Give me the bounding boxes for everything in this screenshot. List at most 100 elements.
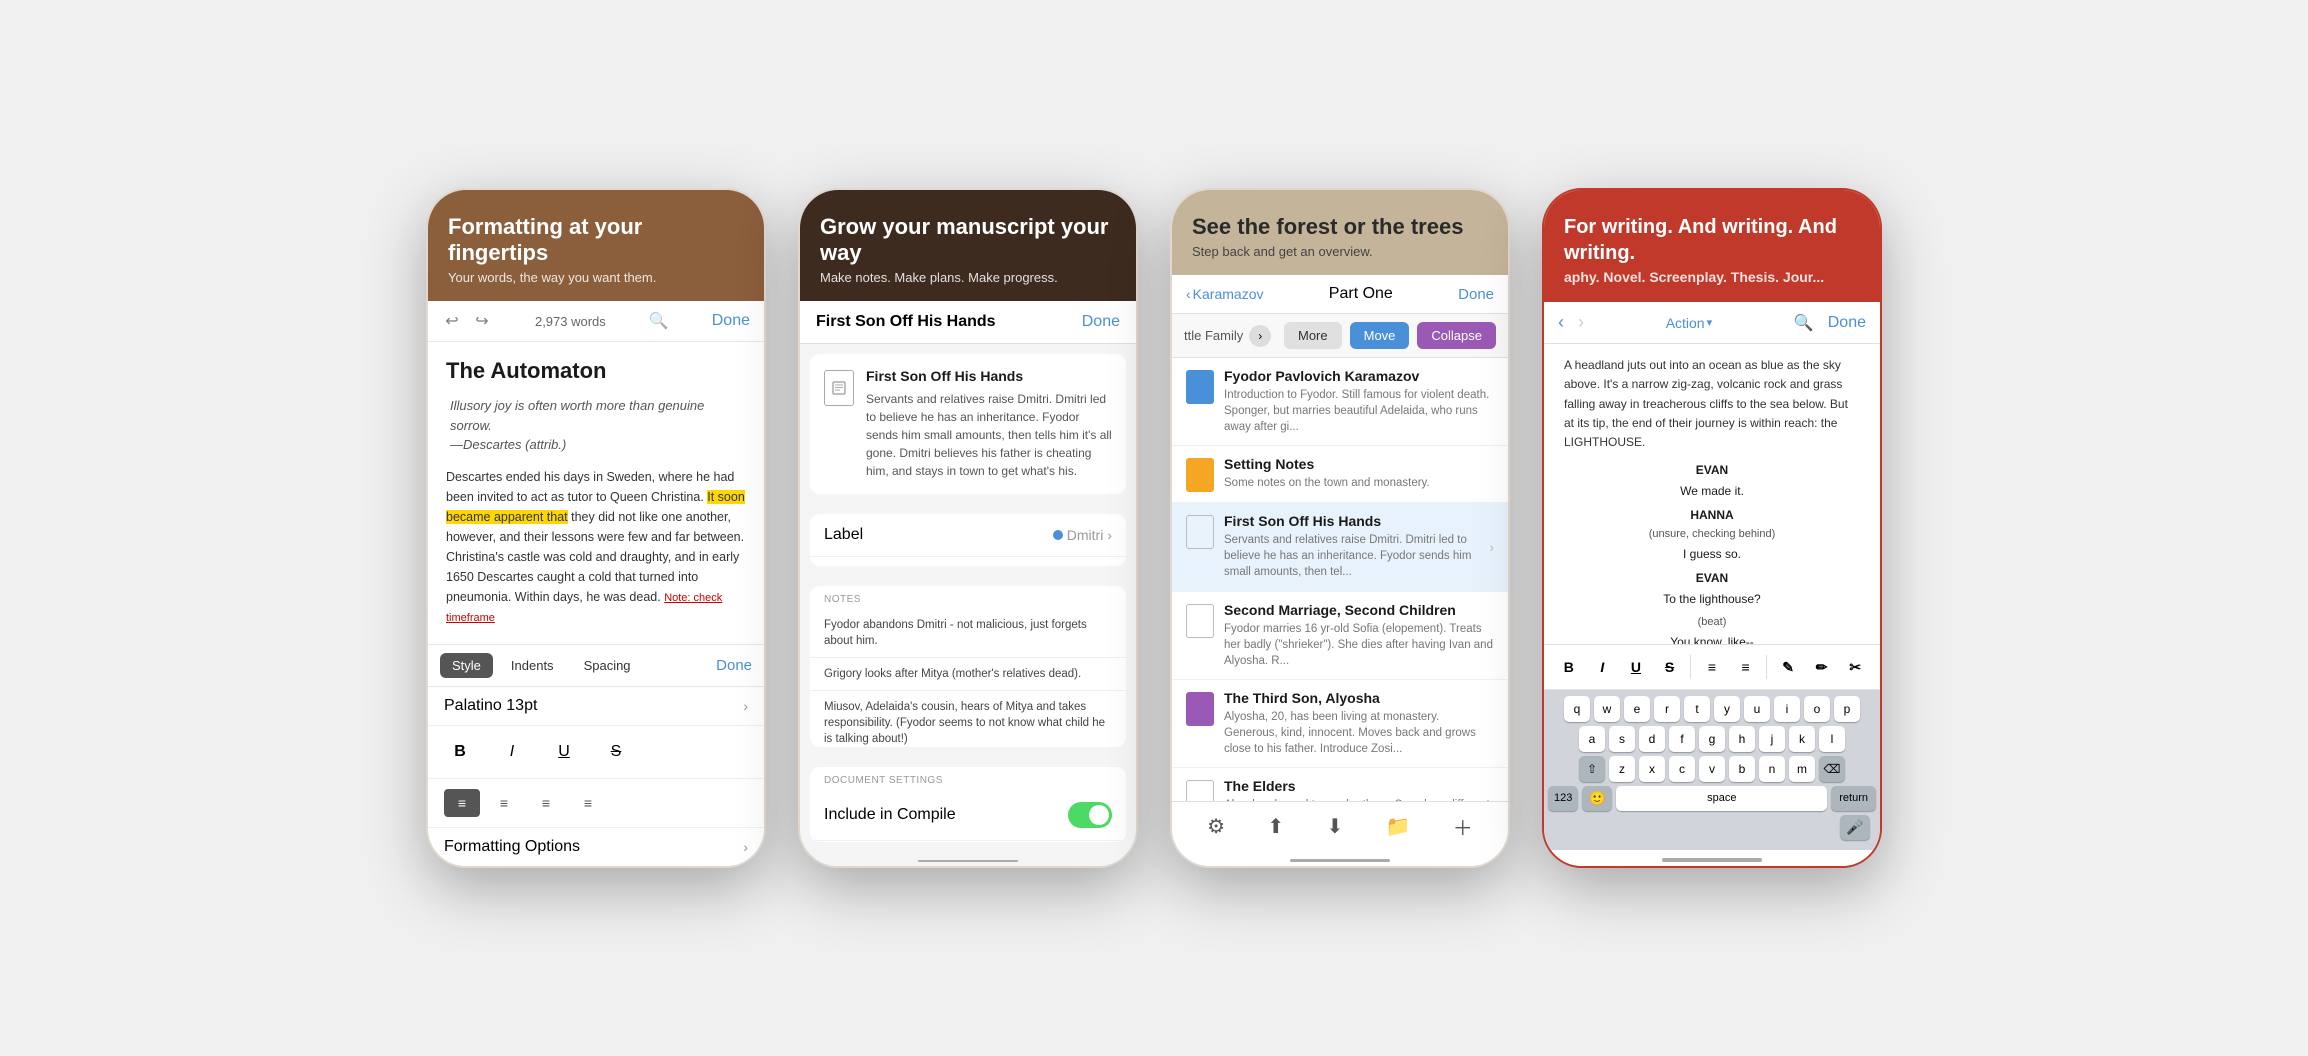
key-return[interactable]: return bbox=[1831, 786, 1876, 811]
keyboard: q w e r t y u i o p a bbox=[1544, 690, 1880, 850]
formatting-options-chevron[interactable]: › bbox=[743, 839, 748, 855]
key-q[interactable]: q bbox=[1564, 696, 1590, 722]
search-icon[interactable]: 🔍 bbox=[649, 311, 669, 331]
key-a[interactable]: a bbox=[1579, 726, 1605, 752]
search-icon-4[interactable]: 🔍 bbox=[1794, 313, 1814, 333]
fmt-align-left[interactable]: ≡ bbox=[1733, 653, 1759, 681]
key-backspace[interactable]: ⌫ bbox=[1819, 756, 1845, 782]
back-chevron: ‹ bbox=[1186, 286, 1191, 302]
indents-tab[interactable]: Indents bbox=[499, 653, 566, 678]
add-folder-icon[interactable]: 📁 bbox=[1386, 814, 1411, 839]
outline-item-2[interactable]: Setting Notes Some notes on the town and… bbox=[1172, 446, 1508, 503]
item-chevron-3: › bbox=[1489, 539, 1494, 555]
key-o[interactable]: o bbox=[1804, 696, 1830, 722]
include-compile-toggle[interactable] bbox=[1068, 802, 1112, 828]
bold-btn[interactable]: B bbox=[444, 736, 476, 768]
key-y[interactable]: y bbox=[1714, 696, 1740, 722]
key-num[interactable]: 123 bbox=[1548, 786, 1578, 811]
settings-icon[interactable]: ⚙ bbox=[1207, 814, 1225, 839]
nav-done-3[interactable]: Done bbox=[1458, 286, 1494, 303]
key-b[interactable]: b bbox=[1729, 756, 1755, 782]
note-2[interactable]: Grigory looks after Mitya (mother's rela… bbox=[810, 658, 1126, 691]
align-justify-btn[interactable]: ≡ bbox=[570, 789, 606, 817]
fmt-strike[interactable]: S bbox=[1657, 653, 1683, 681]
fmt-align-center[interactable]: ≡ bbox=[1699, 653, 1725, 681]
share-icon[interactable]: ⬆ bbox=[1267, 814, 1284, 839]
doc-synopsis-title: First Son Off His Hands bbox=[866, 368, 1112, 384]
underline-btn[interactable]: U bbox=[548, 736, 580, 768]
expand-btn[interactable]: › bbox=[1249, 325, 1271, 347]
style-tab[interactable]: Style bbox=[440, 653, 493, 678]
strikethrough-btn[interactable]: S bbox=[600, 736, 632, 768]
nav-done-2[interactable]: Done bbox=[1082, 313, 1120, 331]
download-icon[interactable]: ⬇ bbox=[1326, 814, 1343, 839]
key-emoji[interactable]: 🙂 bbox=[1582, 786, 1612, 811]
nav-done-4[interactable]: Done bbox=[1828, 314, 1866, 332]
align-buttons: ≡ ≡ ≡ ≡ bbox=[428, 779, 764, 828]
key-h[interactable]: h bbox=[1729, 726, 1755, 752]
outline-title-2: Setting Notes bbox=[1224, 456, 1494, 472]
key-r[interactable]: r bbox=[1654, 696, 1680, 722]
fmt-italic[interactable]: I bbox=[1590, 653, 1616, 681]
fmt-underline[interactable]: U bbox=[1623, 653, 1649, 681]
redo-icon[interactable]: ↪ bbox=[472, 311, 492, 331]
key-p[interactable]: p bbox=[1834, 696, 1860, 722]
spacing-tab[interactable]: Spacing bbox=[572, 653, 643, 678]
fmt-bold[interactable]: B bbox=[1556, 653, 1582, 681]
note-3[interactable]: Miusov, Adelaida's cousin, hears of Mity… bbox=[810, 691, 1126, 747]
key-e[interactable]: e bbox=[1624, 696, 1650, 722]
key-space[interactable]: space bbox=[1616, 786, 1827, 811]
key-l[interactable]: l bbox=[1819, 726, 1845, 752]
include-compile-row: Include in Compile bbox=[810, 790, 1126, 841]
italic-btn[interactable]: I bbox=[496, 736, 528, 768]
align-center-btn[interactable]: ≡ bbox=[444, 789, 480, 817]
key-f[interactable]: f bbox=[1669, 726, 1695, 752]
key-x[interactable]: x bbox=[1639, 756, 1665, 782]
align-right-btn[interactable]: ≡ bbox=[528, 789, 564, 817]
key-m[interactable]: m bbox=[1789, 756, 1815, 782]
notes-section: NOTES Fyodor abandons Dmitri - not malic… bbox=[810, 586, 1126, 747]
key-g[interactable]: g bbox=[1699, 726, 1725, 752]
undo-icon[interactable]: ↩ bbox=[442, 311, 462, 331]
key-z[interactable]: z bbox=[1609, 756, 1635, 782]
key-i[interactable]: i bbox=[1774, 696, 1800, 722]
phone-3: See the forest or the trees Step back an… bbox=[1170, 188, 1510, 868]
fmt-edit[interactable]: ✏ bbox=[1809, 653, 1835, 681]
note-1[interactable]: Fyodor abandons Dmitri - not malicious, … bbox=[810, 609, 1126, 658]
key-shift[interactable]: ⇧ bbox=[1579, 756, 1605, 782]
forward-icon-4[interactable]: › bbox=[1578, 312, 1584, 333]
fmt-scissors[interactable]: ✂ bbox=[1842, 653, 1868, 681]
word-count: 2,973 words bbox=[535, 314, 606, 329]
status-row: Status First Draft › bbox=[810, 557, 1126, 566]
outline-item-6[interactable]: The Elders Alyosha pleased to see brothe… bbox=[1172, 768, 1508, 801]
key-s[interactable]: s bbox=[1609, 726, 1635, 752]
outline-item-3[interactable]: First Son Off His Hands Servants and rel… bbox=[1172, 503, 1508, 591]
key-c[interactable]: c bbox=[1669, 756, 1695, 782]
back-icon-4[interactable]: ‹ bbox=[1558, 312, 1564, 333]
align-left-btn[interactable]: ≡ bbox=[486, 789, 522, 817]
outline-item-4[interactable]: Second Marriage, Second Children Fyodor … bbox=[1172, 592, 1508, 680]
move-btn[interactable]: Move bbox=[1350, 322, 1410, 349]
font-chevron[interactable]: › bbox=[743, 698, 748, 714]
outline-item-5[interactable]: The Third Son, Alyosha Alyosha, 20, has … bbox=[1172, 680, 1508, 768]
key-j[interactable]: j bbox=[1759, 726, 1785, 752]
key-t[interactable]: t bbox=[1684, 696, 1710, 722]
action-dropdown[interactable]: Action ▾ bbox=[1666, 315, 1712, 331]
outline-text-3: Servants and relatives raise Dmitri. Dmi… bbox=[1224, 532, 1479, 580]
back-button[interactable]: ‹ Karamazov bbox=[1186, 286, 1263, 302]
format-done-btn[interactable]: Done bbox=[716, 657, 752, 674]
add-icon[interactable]: ＋ bbox=[1453, 812, 1473, 841]
key-k[interactable]: k bbox=[1789, 726, 1815, 752]
fmt-note[interactable]: ✎ bbox=[1775, 653, 1801, 681]
key-w[interactable]: w bbox=[1594, 696, 1620, 722]
key-mic[interactable]: 🎤 bbox=[1840, 815, 1870, 840]
key-v[interactable]: v bbox=[1699, 756, 1725, 782]
collapse-btn[interactable]: Collapse bbox=[1417, 322, 1496, 349]
quote-attr: —Descartes (attrib.) bbox=[450, 437, 566, 452]
more-btn[interactable]: More bbox=[1284, 322, 1342, 349]
key-u[interactable]: u bbox=[1744, 696, 1770, 722]
key-d[interactable]: d bbox=[1639, 726, 1665, 752]
outline-item-1[interactable]: Fyodor Pavlovich Karamazov Introduction … bbox=[1172, 358, 1508, 446]
key-n[interactable]: n bbox=[1759, 756, 1785, 782]
nav-done-btn[interactable]: Done bbox=[712, 312, 750, 330]
